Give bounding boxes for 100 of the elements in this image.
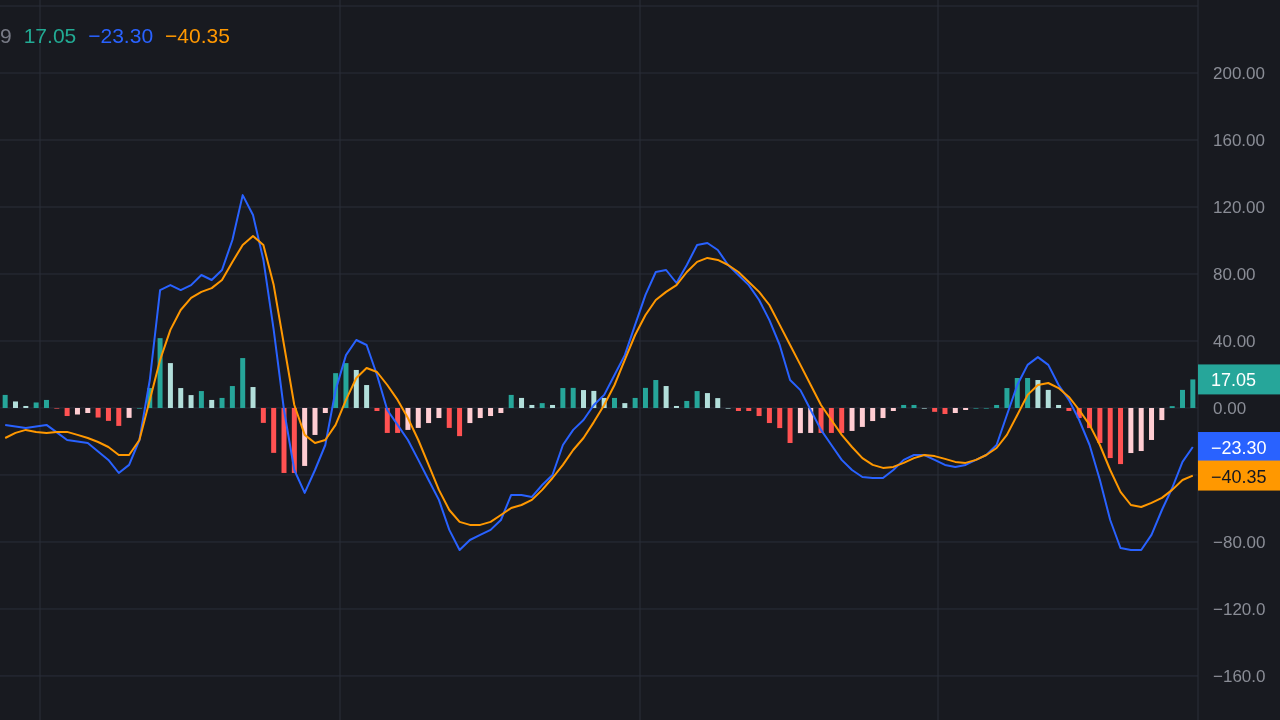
histogram-bar xyxy=(859,408,865,427)
histogram-bar xyxy=(157,338,163,408)
histogram-bar xyxy=(756,408,762,416)
histogram-bar xyxy=(415,408,421,428)
histogram-bar xyxy=(23,405,29,408)
histogram-bar xyxy=(1128,408,1134,454)
histogram-bar xyxy=(663,386,669,408)
histogram-bar xyxy=(281,408,287,473)
histogram-bar xyxy=(229,386,235,408)
histogram-bar xyxy=(808,408,814,433)
histogram-bar xyxy=(1149,408,1155,440)
histogram-bar xyxy=(994,404,1000,408)
histogram-bar xyxy=(436,408,442,419)
histogram-bar xyxy=(1004,388,1010,408)
histogram-bar xyxy=(446,408,452,428)
histogram-bar xyxy=(766,408,772,424)
histogram-bar xyxy=(818,408,824,433)
histogram-bar xyxy=(74,408,80,415)
histogram-bar xyxy=(147,388,153,408)
histogram-bar xyxy=(395,408,401,433)
histogram-bar xyxy=(952,408,958,413)
histogram-bar xyxy=(642,387,648,408)
histogram-bar xyxy=(570,387,576,408)
histogram-bar xyxy=(1087,408,1093,429)
histogram-bar xyxy=(653,380,659,408)
histogram-bar xyxy=(1097,408,1103,443)
histogram-bar xyxy=(198,391,204,408)
histogram-bar xyxy=(901,404,907,408)
histogram-bar xyxy=(95,408,101,418)
histogram-bar xyxy=(343,363,349,408)
histogram-bar xyxy=(1014,378,1020,408)
histogram-bar xyxy=(488,408,494,416)
y-axis-label: 160.00 xyxy=(1213,131,1265,150)
price-tag: 17.05 xyxy=(1198,364,1280,395)
histogram-bar xyxy=(1190,379,1196,408)
histogram-bar xyxy=(1045,389,1051,408)
histogram-bar xyxy=(364,385,370,408)
histogram-bar xyxy=(477,408,483,419)
histogram-bar xyxy=(405,408,411,430)
histogram-bar xyxy=(64,408,70,416)
legend-value: 17.05 xyxy=(23,24,77,48)
histogram-bar xyxy=(715,398,721,408)
histogram-bar xyxy=(622,403,628,408)
histogram-bar xyxy=(746,408,752,411)
histogram-bar xyxy=(704,393,710,408)
histogram-bar xyxy=(302,408,308,466)
histogram-bar xyxy=(167,363,173,408)
histogram-bar xyxy=(457,408,463,437)
histogram-bar xyxy=(384,408,390,433)
histogram-bar xyxy=(116,408,122,426)
histogram-bar xyxy=(1025,378,1031,408)
y-axis-label: −120.0 xyxy=(1213,599,1266,619)
histogram-bar xyxy=(684,400,690,408)
histogram-bar xyxy=(312,408,318,435)
histogram-bar xyxy=(291,408,297,473)
y-axis-label: 80.00 xyxy=(1213,265,1256,284)
histogram-bar xyxy=(911,404,917,408)
histogram-bar xyxy=(550,404,556,408)
histogram-bar xyxy=(1056,404,1062,408)
histogram-bar xyxy=(890,408,896,411)
histogram-bar xyxy=(188,395,194,408)
histogram-bar xyxy=(632,397,638,408)
price-tag: −23.30 xyxy=(1198,432,1280,462)
histogram-bar xyxy=(1180,389,1185,408)
histogram-bar xyxy=(1035,380,1041,408)
histogram-bar xyxy=(374,408,380,411)
histogram-bar xyxy=(322,408,328,413)
histogram-bar xyxy=(333,373,339,408)
histogram-bar xyxy=(1107,408,1113,459)
histogram-bar xyxy=(735,408,741,411)
histogram-bar xyxy=(870,408,876,422)
histogram-bar xyxy=(828,408,834,433)
histogram-bar xyxy=(85,408,91,413)
histogram-bar xyxy=(932,408,938,412)
histogram-bar xyxy=(105,408,111,421)
histogram-bar xyxy=(581,390,586,408)
histogram-bar xyxy=(612,397,617,408)
histogram-bar xyxy=(508,394,514,408)
histogram-bar xyxy=(353,369,359,408)
histogram-bar xyxy=(797,408,803,434)
histogram-bar xyxy=(498,408,504,413)
legend-value: −23.30 xyxy=(88,24,154,48)
histogram-bar xyxy=(849,408,855,431)
histogram-bar xyxy=(260,408,266,423)
legend-value: 9 xyxy=(0,24,12,48)
histogram-bar xyxy=(942,408,948,414)
histogram-bar xyxy=(13,401,18,408)
histogram-bar xyxy=(240,358,246,408)
histogram-bar xyxy=(43,399,49,408)
histogram-bar xyxy=(178,388,184,408)
histogram-bar xyxy=(1066,408,1072,411)
histogram-bar xyxy=(673,405,679,408)
histogram-bar xyxy=(880,408,886,419)
histogram-bar xyxy=(467,408,473,424)
histogram-bar xyxy=(1118,408,1124,465)
histogram-bar xyxy=(250,387,256,408)
histogram-bar xyxy=(694,391,700,408)
histogram-bar xyxy=(591,390,597,408)
histogram-bar xyxy=(601,397,607,408)
histogram-bar xyxy=(33,402,39,408)
